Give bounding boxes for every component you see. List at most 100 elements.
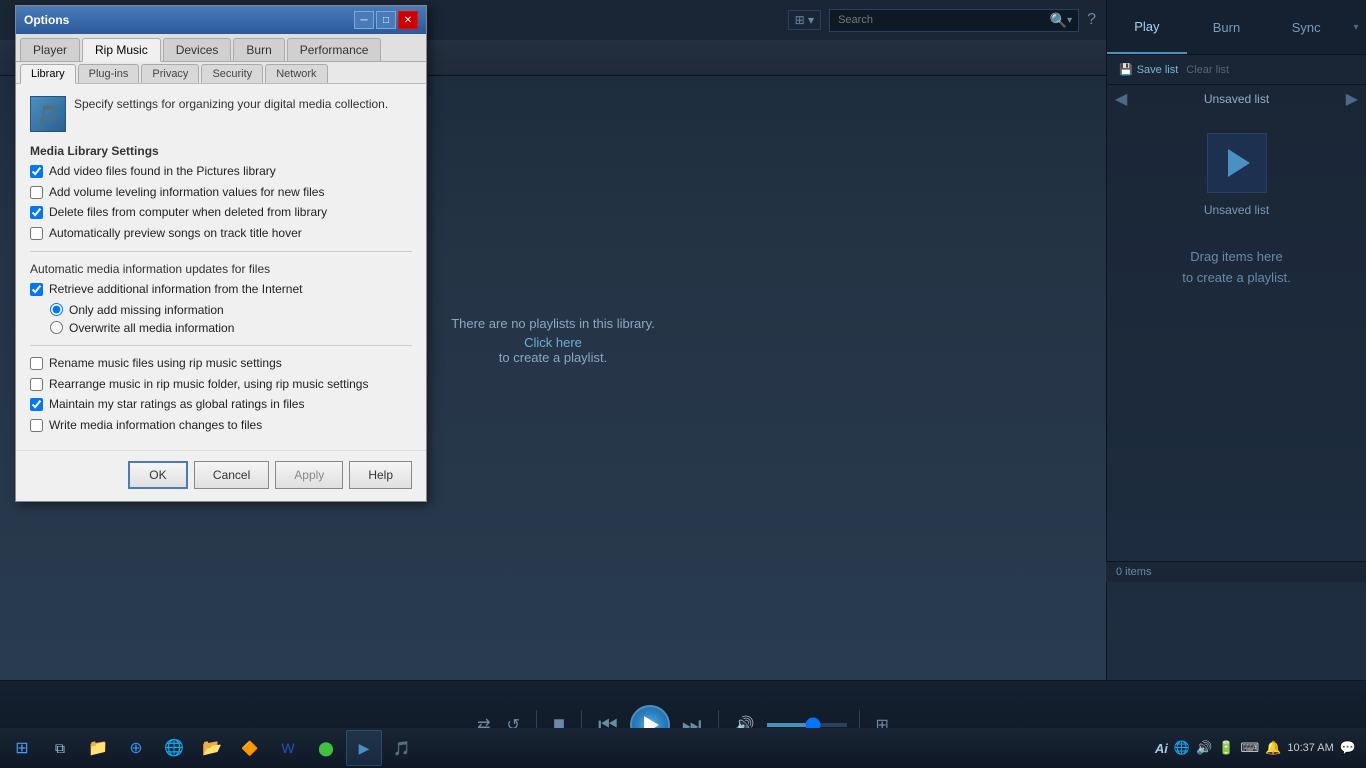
panel-nav-arrows: ◀ Unsaved list ▶ [1107, 85, 1366, 113]
subtab-library[interactable]: Library [20, 64, 76, 84]
tab-devices[interactable]: Devices [163, 38, 232, 61]
file-explorer-button[interactable]: 📁 [80, 730, 116, 766]
checkbox-write-media[interactable] [30, 419, 43, 432]
to-create-text: to create a playlist. [499, 350, 607, 365]
chrome-button[interactable]: ⬤ [308, 730, 344, 766]
tab-burn[interactable]: Burn [1187, 0, 1267, 54]
dialog-close-button[interactable]: ✕ [398, 11, 418, 29]
panel-back-arrow[interactable]: ◀ [1115, 89, 1127, 109]
dialog-window-controls: ─ □ ✕ [354, 11, 418, 29]
checkbox-add-volume[interactable] [30, 186, 43, 199]
dialog-maximize-button[interactable]: □ [376, 11, 396, 29]
checkbox-auto-preview-label[interactable]: Automatically preview songs on track tit… [49, 226, 302, 242]
checkbox-row-8: Write media information changes to files [30, 418, 412, 434]
drag-items-line2: to create a playlist. [1127, 268, 1346, 289]
checkbox-add-video[interactable] [30, 165, 43, 178]
checkbox-rearrange-music[interactable] [30, 378, 43, 391]
panel-forward-arrow[interactable]: ▶ [1346, 89, 1358, 109]
unsaved-list-icon [1207, 133, 1267, 193]
checkbox-row-7: Maintain my star ratings as global ratin… [30, 397, 412, 413]
chrome-icon: ⬤ [318, 740, 334, 757]
radio-overwrite-all-label[interactable]: Overwrite all media information [69, 321, 234, 335]
save-list-button[interactable]: 💾 Save list [1115, 61, 1182, 78]
keyboard-icon: ⌨ [1240, 740, 1259, 756]
tab-play[interactable]: Play [1107, 0, 1187, 54]
right-panel-toolbar: 💾 Save list Clear list [1107, 55, 1366, 85]
ok-button[interactable]: OK [128, 461, 188, 489]
subtab-plugins[interactable]: Plug-ins [78, 64, 140, 83]
media-button[interactable]: 🎵 [384, 730, 420, 766]
dialog-body: 🎵 Specify settings for organizing your d… [16, 84, 426, 450]
right-panel: Play Burn Sync ▾ 💾 Save list Clear list … [1106, 0, 1366, 680]
task-view-button[interactable]: ⧉ [42, 730, 78, 766]
ie-icon: 🌐 [164, 738, 184, 758]
start-button[interactable]: ⊞ [4, 730, 40, 766]
cancel-button[interactable]: Cancel [194, 461, 269, 489]
notification-bell-icon: 🔔 [1265, 740, 1281, 756]
folder-button[interactable]: 📂 [194, 730, 230, 766]
radio-only-missing-label[interactable]: Only add missing information [69, 303, 224, 317]
taskbar-clock[interactable]: 10:37 AM [1287, 742, 1333, 754]
checkbox-row-4: Automatically preview songs on track tit… [30, 226, 412, 242]
explorer-ie-button[interactable]: 🌐 [156, 730, 192, 766]
ai-label: Ai [1155, 741, 1168, 756]
notification-center-icon: 💬 [1340, 740, 1356, 756]
checkbox-auto-preview[interactable] [30, 227, 43, 240]
radio-only-missing[interactable] [50, 303, 63, 316]
dialog-top-tabs: Player Rip Music Devices Burn Performanc… [16, 34, 426, 62]
checkbox-rename-files[interactable] [30, 357, 43, 370]
subtab-network[interactable]: Network [265, 64, 327, 83]
checkbox-retrieve-info-label[interactable]: Retrieve additional information from the… [49, 282, 302, 298]
checkbox-rearrange-music-label[interactable]: Rearrange music in rip music folder, usi… [49, 377, 368, 393]
checkbox-write-media-label[interactable]: Write media information changes to files [49, 418, 262, 434]
edge-button[interactable]: ⊕ [118, 730, 154, 766]
items-count: 0 items [1106, 561, 1366, 582]
taskbar-time: 10:37 AM [1287, 742, 1333, 754]
checkbox-star-ratings-label[interactable]: Maintain my star ratings as global ratin… [49, 397, 304, 413]
auto-update-section-title: Automatic media information updates for … [30, 262, 412, 276]
battery-icon: 🔋 [1218, 740, 1234, 756]
subtab-privacy[interactable]: Privacy [141, 64, 199, 83]
no-playlists-text: There are no playlists in this library. [451, 316, 655, 331]
drag-items-line1: Drag items here [1127, 247, 1346, 268]
checkbox-delete-files-label[interactable]: Delete files from computer when deleted … [49, 205, 327, 221]
checkbox-add-video-label[interactable]: Add video files found in the Pictures li… [49, 164, 276, 180]
windows-icon: ⊞ [15, 738, 28, 758]
tab-performance[interactable]: Performance [287, 38, 382, 61]
help-dialog-button[interactable]: Help [349, 461, 412, 489]
checkbox-add-volume-label[interactable]: Add volume leveling information values f… [49, 185, 324, 201]
word-button[interactable]: W [270, 730, 306, 766]
radio-overwrite-all[interactable] [50, 321, 63, 334]
media-library-glyph: 🎵 [37, 104, 59, 125]
checkbox-star-ratings[interactable] [30, 398, 43, 411]
volume-slider[interactable] [767, 723, 847, 727]
drag-items-area: Drag items here to create a playlist. [1107, 227, 1366, 309]
list-options-button[interactable]: ▾ [1346, 0, 1366, 54]
checkbox-rename-files-label[interactable]: Rename music files using rip music setti… [49, 356, 282, 372]
options-dialog: Options ─ □ ✕ Player Rip Music Devices B… [15, 5, 427, 502]
folder-icon: 📂 [202, 738, 222, 758]
tab-player[interactable]: Player [20, 38, 80, 61]
checkbox-retrieve-info[interactable] [30, 283, 43, 296]
subtab-security[interactable]: Security [201, 64, 263, 83]
checkbox-row-6: Rearrange music in rip music folder, usi… [30, 377, 412, 393]
checkbox-delete-files[interactable] [30, 206, 43, 219]
right-panel-tabs: Play Burn Sync ▾ [1107, 0, 1366, 55]
checkbox-row-5: Rename music files using rip music setti… [30, 356, 412, 372]
tab-rip-music[interactable]: Rip Music [82, 38, 161, 62]
apply-button[interactable]: Apply [275, 461, 343, 489]
description-text: Specify settings for organizing your dig… [74, 96, 412, 113]
wmp-taskbar-button[interactable]: ▶ [346, 730, 382, 766]
tab-sync[interactable]: Sync [1266, 0, 1346, 54]
clear-list-button[interactable]: Clear list [1186, 64, 1229, 76]
dialog-minimize-button[interactable]: ─ [354, 11, 374, 29]
radio-row-2: Overwrite all media information [50, 321, 412, 335]
vlc-button[interactable]: 🔶 [232, 730, 268, 766]
tab-burn[interactable]: Burn [233, 38, 284, 61]
checkbox-row-2: Add volume leveling information values f… [30, 185, 412, 201]
word-icon: W [281, 740, 294, 756]
wmp-taskbar-icon: ▶ [359, 740, 370, 757]
play-icon-area [1107, 113, 1366, 203]
click-here-link[interactable]: Click here [524, 335, 582, 350]
task-view-icon: ⧉ [55, 740, 65, 757]
